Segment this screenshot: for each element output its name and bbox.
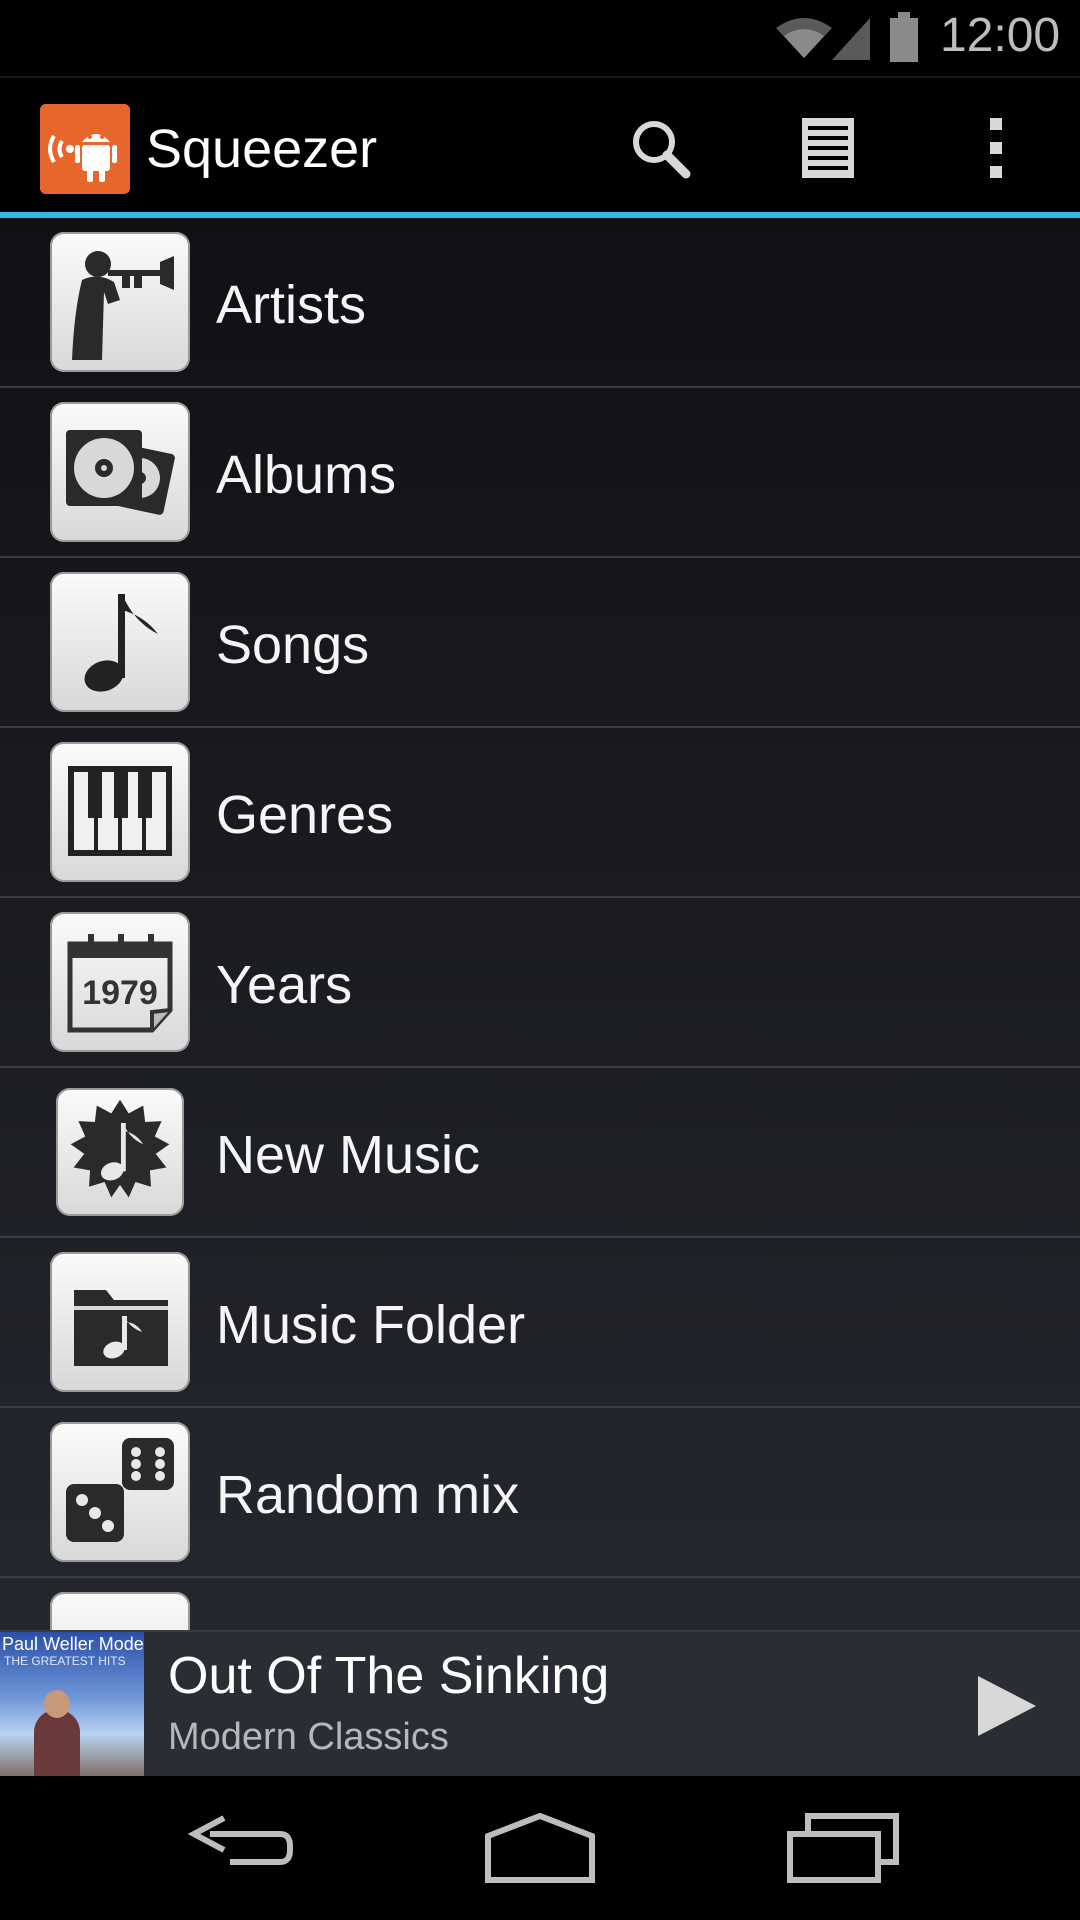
action-bar: Squeezer bbox=[0, 76, 1080, 212]
music-folder-icon bbox=[50, 1252, 190, 1392]
list-item-label: Genres bbox=[216, 785, 394, 845]
list-item-partial[interactable] bbox=[0, 1578, 1080, 1630]
list-item-label: New Music bbox=[216, 1125, 481, 1185]
app-title: Squeezer bbox=[146, 119, 378, 179]
list-item-label: Albums bbox=[216, 445, 397, 505]
play-icon[interactable] bbox=[970, 1670, 1042, 1742]
list-item-random-mix[interactable]: Random mix bbox=[0, 1408, 1080, 1578]
status-bar: 12:00 bbox=[0, 0, 1080, 76]
list-item-artists[interactable]: Artists bbox=[0, 218, 1080, 388]
list-item-label: Songs bbox=[216, 615, 370, 675]
playlist-icon[interactable] bbox=[792, 112, 864, 184]
browse-list[interactable]: Artists Albums Songs Genres 1979 Years N… bbox=[0, 218, 1080, 1630]
list-item-albums[interactable]: Albums bbox=[0, 388, 1080, 558]
svg-text:1979: 1979 bbox=[82, 974, 158, 1012]
trumpet-player-icon bbox=[50, 232, 190, 372]
home-icon[interactable] bbox=[480, 1808, 600, 1888]
wifi-icon bbox=[776, 18, 832, 58]
album-art-head bbox=[44, 1690, 70, 1718]
list-item-music-folder[interactable]: Music Folder bbox=[0, 1238, 1080, 1408]
overflow-menu-icon[interactable] bbox=[960, 112, 1032, 184]
piano-keys-icon bbox=[50, 742, 190, 882]
list-item-songs[interactable]: Songs bbox=[0, 558, 1080, 728]
signal-icon bbox=[832, 18, 870, 60]
status-clock: 12:00 bbox=[940, 9, 1061, 62]
search-icon[interactable] bbox=[624, 112, 696, 184]
dice-icon bbox=[50, 1422, 190, 1562]
album-art-figure bbox=[34, 1710, 80, 1778]
album-art-title: Modern Classics bbox=[98, 1634, 144, 1654]
new-music-badge-icon bbox=[56, 1088, 184, 1216]
list-item-label: Artists bbox=[216, 275, 367, 335]
album-art[interactable]: Paul Weller Modern Classics THE GREATEST… bbox=[0, 1632, 144, 1778]
list-item-years[interactable]: 1979 Years bbox=[0, 898, 1080, 1068]
navigation-bar bbox=[0, 1776, 1080, 1920]
list-item-label: Music Folder bbox=[216, 1295, 526, 1355]
list-item-new-music[interactable]: New Music bbox=[0, 1068, 1080, 1238]
now-playing-title: Out Of The Sinking bbox=[168, 1647, 610, 1705]
now-playing-album: Modern Classics bbox=[168, 1716, 449, 1758]
app-logo-icon[interactable] bbox=[40, 104, 130, 194]
list-item-genres[interactable]: Genres bbox=[0, 728, 1080, 898]
music-note-icon bbox=[50, 572, 190, 712]
back-icon[interactable] bbox=[180, 1808, 300, 1888]
battery-icon bbox=[890, 12, 918, 62]
calendar-year-icon: 1979 bbox=[50, 912, 190, 1052]
album-art-artist: Paul Weller bbox=[2, 1634, 94, 1654]
albums-icon bbox=[50, 402, 190, 542]
album-art-subtitle: THE GREATEST HITS bbox=[4, 1654, 126, 1668]
list-item-label: Random mix bbox=[216, 1465, 520, 1525]
partial-item-icon bbox=[50, 1592, 190, 1630]
recent-apps-icon[interactable] bbox=[782, 1808, 902, 1888]
now-playing-bar[interactable]: Paul Weller Modern Classics THE GREATEST… bbox=[0, 1630, 1080, 1778]
list-item-label: Years bbox=[216, 955, 353, 1015]
